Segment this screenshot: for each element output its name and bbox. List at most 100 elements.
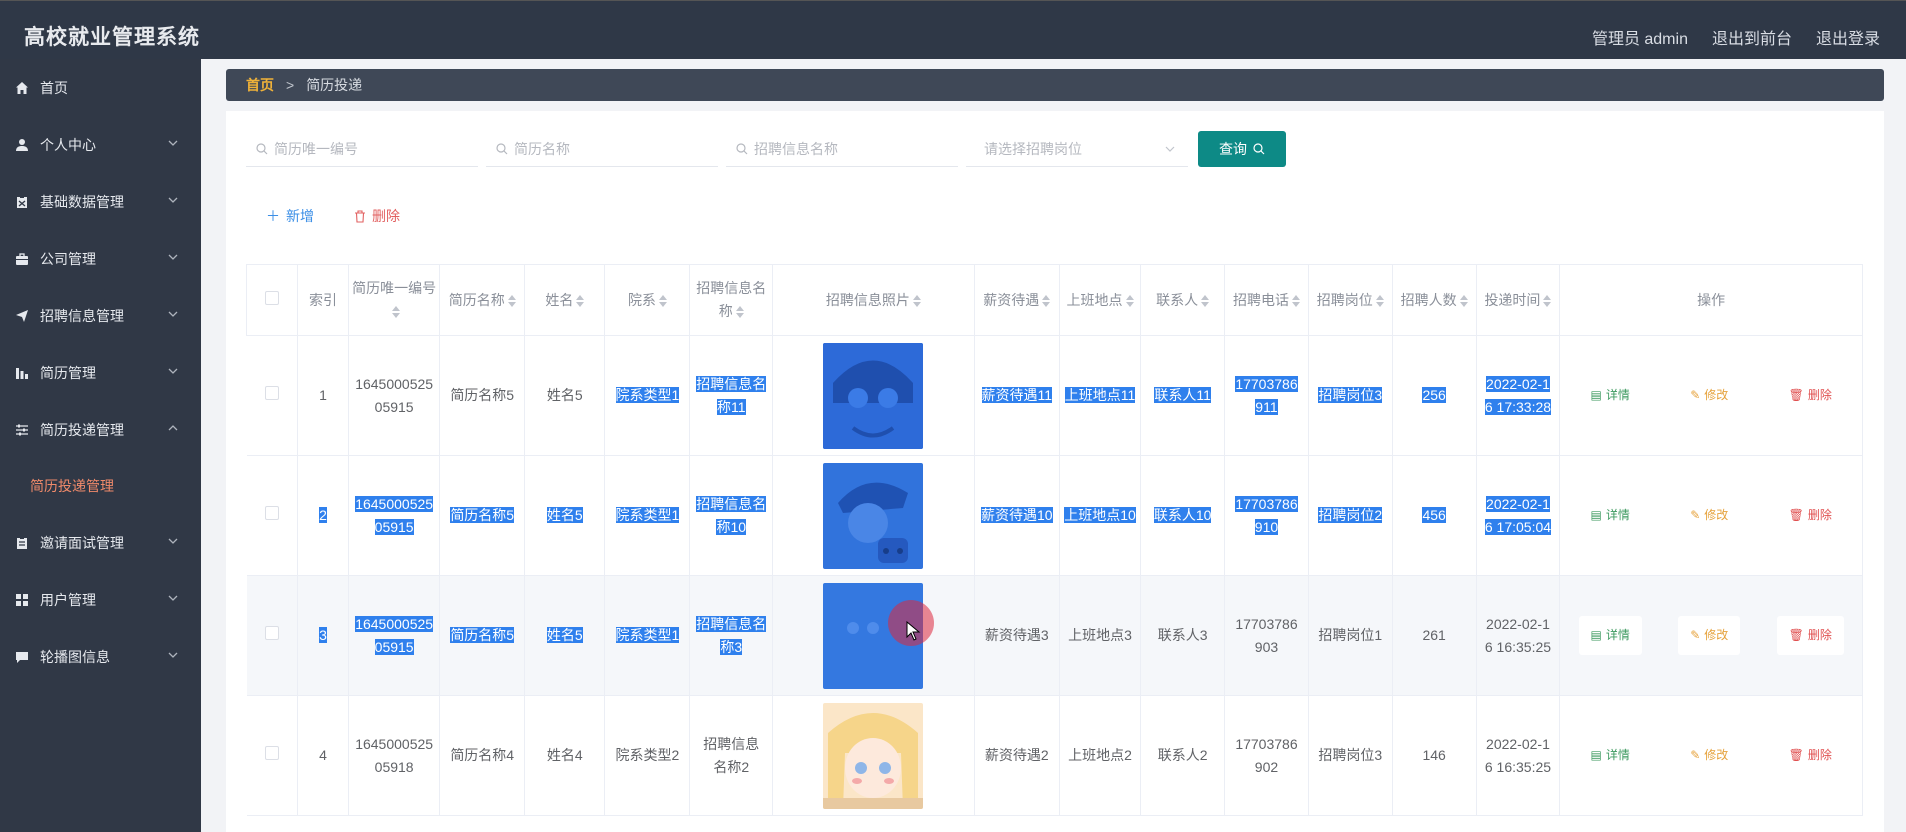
cell-dept: 院系类型1 <box>615 507 680 523</box>
col-location[interactable]: 上班地点 <box>1058 264 1142 336</box>
trash-icon <box>355 209 365 223</box>
detail-button[interactable]: ▤ 详情 <box>1579 496 1642 535</box>
bar-chart-icon <box>14 365 30 381</box>
sidebar-item-resume-delivery[interactable]: 简历投递管理 <box>0 401 201 458</box>
chevron-down-icon <box>168 140 178 146</box>
col-dept[interactable]: 院系 <box>604 264 691 336</box>
sort-icon[interactable] <box>735 306 744 319</box>
query-button[interactable]: 查询 <box>1198 131 1286 167</box>
job-photo-thumbnail[interactable] <box>823 702 924 809</box>
sort-icon[interactable] <box>1201 294 1210 307</box>
edit-button[interactable]: ✎ 修改 <box>1678 736 1740 775</box>
row-checkbox[interactable] <box>264 626 279 640</box>
app-title: 高校就业管理系统 <box>24 26 200 49</box>
cell-phone: 17703786902 <box>1224 695 1309 816</box>
cell-index: 4 <box>297 695 350 816</box>
chevron-down-icon <box>168 254 178 260</box>
edit-button[interactable]: ✎ 修改 <box>1678 616 1741 655</box>
sort-icon[interactable] <box>1042 294 1051 307</box>
edit-button[interactable]: ✎ 修改 <box>1678 376 1740 415</box>
sidebar-item-label: 基础数据管理 <box>40 193 124 210</box>
sort-icon[interactable] <box>1543 294 1552 307</box>
col-count[interactable]: 招聘人数 <box>1391 264 1477 336</box>
col-position[interactable]: 招聘岗位 <box>1307 264 1393 336</box>
detail-button[interactable]: ▤ 详情 <box>1578 616 1642 655</box>
job-photo-thumbnail[interactable] <box>823 462 924 569</box>
delete-button[interactable]: 🗑 删除 <box>1777 496 1844 535</box>
sort-icon[interactable] <box>1375 294 1384 307</box>
row-checkbox[interactable] <box>264 506 279 520</box>
cell-job-name: 招聘信息名称10 <box>696 495 767 535</box>
cell-dept: 院系类型1 <box>615 387 680 403</box>
sort-icon[interactable] <box>1291 294 1300 307</box>
col-ops: 操作 <box>1559 264 1863 336</box>
cell-time: 2022-02-16 17:05:04 <box>1484 495 1552 535</box>
cell-salary: 薪资待遇3 <box>974 575 1060 696</box>
job-photo-thumbnail[interactable] <box>823 342 924 449</box>
col-phone[interactable]: 招聘电话 <box>1224 264 1309 336</box>
row-checkbox[interactable] <box>264 386 279 400</box>
cell-resume-name: 简历名称5 <box>439 335 526 456</box>
col-time[interactable]: 投递时间 <box>1475 264 1561 336</box>
sidebar-subitem-resume-delivery[interactable]: 简历投递管理 <box>0 458 201 514</box>
sidebar-item-home[interactable]: 首页 <box>0 59 201 116</box>
add-button-label: 新增 <box>286 208 314 224</box>
to-front-link[interactable]: 退出到前台 <box>1712 25 1792 49</box>
edit-button[interactable]: ✎ 修改 <box>1678 496 1740 535</box>
delete-button[interactable]: 🗑 删除 <box>1777 736 1844 775</box>
sidebar-item-users[interactable]: 用户管理 <box>0 571 201 628</box>
sidebar-item-company[interactable]: 公司管理 <box>0 230 201 287</box>
batch-delete-button[interactable]: 删除 <box>354 206 400 226</box>
sort-icon[interactable] <box>1125 294 1134 307</box>
cell-index: 2 <box>319 507 327 523</box>
search-icon <box>496 142 508 154</box>
position-select[interactable]: 请选择招聘岗位 <box>966 131 1188 167</box>
cell-phone: 17703786911 <box>1235 375 1298 415</box>
sort-icon[interactable] <box>507 294 516 307</box>
detail-button[interactable]: ▤ 详情 <box>1579 736 1642 775</box>
delete-button[interactable]: 🗑 删除 <box>1777 376 1844 415</box>
sort-icon[interactable] <box>658 294 667 307</box>
chevron-down-icon <box>168 595 178 601</box>
pencil-icon: ✎ <box>1690 628 1701 642</box>
col-job-name[interactable]: 招聘信息名称 <box>689 264 774 336</box>
col-name[interactable]: 姓名 <box>524 264 606 336</box>
breadcrumb-home[interactable]: 首页 <box>246 75 274 95</box>
resume-id-placeholder: 简历唯一编号 <box>274 140 358 157</box>
cell-salary: 薪资待遇2 <box>974 695 1060 816</box>
sidebar-item-recruitment[interactable]: 招聘信息管理 <box>0 287 201 344</box>
col-contact[interactable]: 联系人 <box>1140 264 1226 336</box>
action-bar: ＋ 新增 删除 <box>266 206 400 226</box>
col-resume-name[interactable]: 简历名称 <box>439 264 526 336</box>
resume-name-input[interactable]: 简历名称 <box>486 131 718 167</box>
main-content: 首页 > 简历投递 简历唯一编号 简历名称 招聘信息名称 请选择招聘岗位 查询 <box>201 59 1906 832</box>
sort-icon[interactable] <box>912 294 921 307</box>
sort-icon[interactable] <box>1459 294 1468 307</box>
delete-button[interactable]: 🗑 删除 <box>1776 616 1844 655</box>
sidebar-item-personal-center[interactable]: 个人中心 <box>0 116 201 173</box>
job-name-input[interactable]: 招聘信息名称 <box>726 131 958 167</box>
col-salary[interactable]: 薪资待遇 <box>973 264 1060 336</box>
cell-resume-id: 164500052505915 <box>348 335 441 456</box>
sidebar-item-label: 招聘信息管理 <box>40 307 124 324</box>
logout-link[interactable]: 退出登录 <box>1816 25 1880 49</box>
detail-button[interactable]: ▤ 详情 <box>1579 376 1642 415</box>
cell-phone: 17703786910 <box>1235 495 1298 535</box>
select-all-checkbox[interactable] <box>265 290 280 305</box>
sidebar-item-carousel[interactable]: 轮播图信息 <box>0 628 201 685</box>
briefcase-icon <box>14 251 30 267</box>
add-button[interactable]: ＋ 新增 <box>266 206 314 226</box>
sidebar: 首页 个人中心 基础数据管理 公司管理 招聘信息管理 简历管理 简历投递管理 简… <box>0 59 201 832</box>
row-checkbox[interactable] <box>264 746 279 760</box>
resume-id-input[interactable]: 简历唯一编号 <box>246 131 478 167</box>
col-resume-id[interactable]: 简历唯一编号 <box>348 264 441 336</box>
cell-job-name: 招聘信息名称2 <box>689 695 774 816</box>
delete-button-label: 删除 <box>372 208 400 224</box>
sidebar-item-resume[interactable]: 简历管理 <box>0 344 201 401</box>
sort-icon[interactable] <box>576 294 585 307</box>
sidebar-item-interview[interactable]: 邀请面试管理 <box>0 514 201 571</box>
sidebar-item-base-data[interactable]: 基础数据管理 <box>0 173 201 230</box>
col-photo[interactable]: 招聘信息照片 <box>772 264 975 336</box>
admin-user-label[interactable]: 管理员 admin <box>1592 25 1688 49</box>
sort-icon[interactable] <box>391 306 400 319</box>
